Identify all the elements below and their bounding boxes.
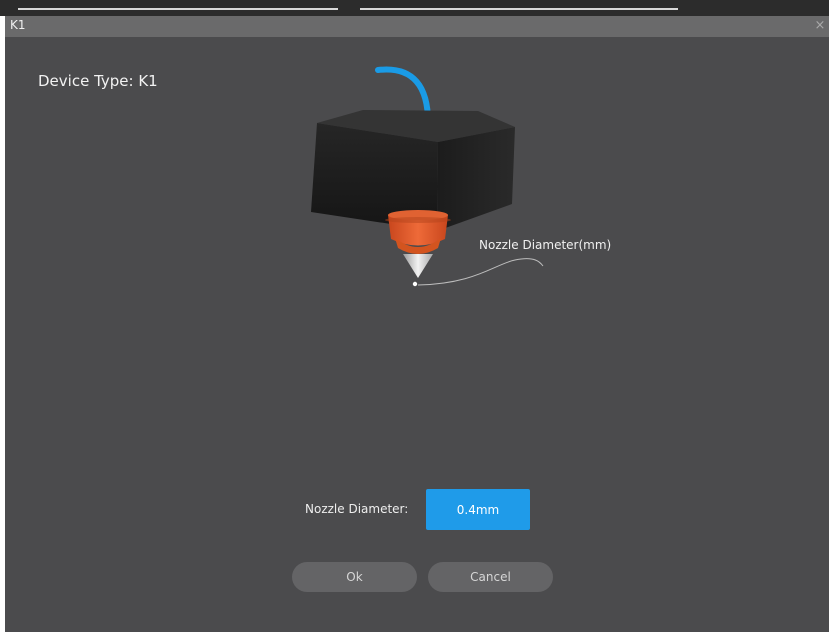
nozzle-tip [403,254,433,278]
nozzle-illustration [311,66,544,287]
nozzle-settings-dialog: K1 × Device Type: K1 Nozzle Diameter(mm)… [5,16,829,632]
background-tab-strip [0,0,829,16]
cancel-button[interactable]: Cancel [428,562,553,592]
nozzle-diameter-select[interactable]: 0.4mm [426,489,530,530]
callout-line [417,258,544,286]
background-tab-1 [18,8,338,10]
nozzle-diameter-label: Nozzle Diameter: [305,502,409,516]
nozzle-diameter-callout: Nozzle Diameter(mm) [479,238,612,252]
ok-button[interactable]: Ok [292,562,417,592]
nozzle-orifice [412,281,418,287]
hotend-side-face [437,127,515,231]
background-tab-2 [360,8,678,10]
